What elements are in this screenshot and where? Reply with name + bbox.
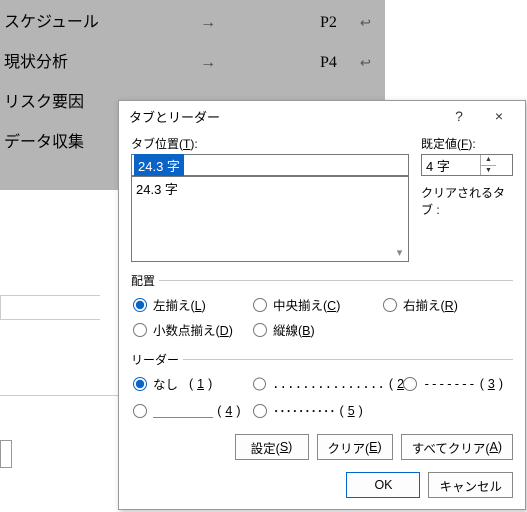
align-bar-radio[interactable]: 縦線(B) [253, 320, 383, 339]
align-decimal-radio[interactable]: 小数点揃え(D) [133, 320, 253, 339]
para-mark: ↩ [360, 15, 371, 31]
leader-none-radio[interactable]: なし (1) [133, 374, 253, 393]
cancel-button[interactable]: キャンセル [428, 472, 513, 498]
doc-text: 現状分析 [0, 48, 200, 72]
default-tab-value[interactable] [422, 155, 480, 175]
spin-up-icon[interactable]: ▲ [481, 155, 496, 166]
align-center-radio[interactable]: 中央揃え(C) [253, 295, 383, 314]
titlebar: タブとリーダー ? × [119, 101, 525, 131]
clear-button[interactable]: クリア(E) [317, 434, 393, 460]
leader-dashes-radio[interactable]: -------(3) [403, 374, 511, 393]
leader-underline-radio[interactable]: ________(4) [133, 401, 253, 420]
alignment-group: 配置 左揃え(L) 中央揃え(C) 右揃え(R) 小数点揃え(D) 縦線(B) [131, 272, 513, 341]
list-item[interactable]: 24.3 字 [136, 179, 404, 198]
dialog-title: タブとリーダー [129, 107, 439, 126]
alignment-legend: 配置 [131, 272, 159, 289]
tab-position-input[interactable]: 24.3 字 [131, 154, 409, 176]
tab-arrow: → [200, 14, 320, 32]
doc-text: スケジュール [0, 8, 200, 32]
para-mark: ↩ [360, 55, 371, 71]
tab-position-label: タブ位置(T): [131, 135, 409, 152]
leader-middot-radio[interactable]: ･･････････(5) [253, 401, 403, 420]
help-button[interactable]: ? [439, 101, 479, 131]
scroll-down-icon[interactable]: ▾ [392, 245, 407, 260]
align-left-radio[interactable]: 左揃え(L) [133, 295, 253, 314]
ribbon-fragment [0, 295, 100, 320]
ok-button[interactable]: OK [346, 472, 420, 498]
leader-dots-radio[interactable]: ...............(2) [253, 374, 403, 393]
tab-position-value: 24.3 字 [134, 154, 184, 177]
ribbon-fragment [0, 395, 118, 420]
leader-group: リーダー なし (1) ...............(2) -------(3… [131, 351, 513, 422]
help-icon: ? [455, 108, 463, 124]
cleared-tabs-label: クリアされるタブ : [421, 184, 513, 218]
close-button[interactable]: × [479, 101, 519, 131]
leader-legend: リーダー [131, 351, 183, 368]
tab-position-list[interactable]: 24.3 字 ▾ [131, 176, 409, 262]
doc-page: P4 [320, 54, 360, 72]
clear-all-button[interactable]: すべてクリア(A) [401, 434, 513, 460]
tabs-dialog: タブとリーダー ? × タブ位置(T): 24.3 字 24.3 字 ▾ 既定値… [118, 100, 526, 510]
align-right-radio[interactable]: 右揃え(R) [383, 295, 511, 314]
spin-down-icon[interactable]: ▼ [481, 166, 496, 176]
ribbon-fragment [0, 440, 12, 468]
set-button[interactable]: 設定(S) [235, 434, 309, 460]
doc-line: 現状分析 → P4 ↩ [0, 48, 385, 88]
doc-page: P2 [320, 14, 360, 32]
close-icon: × [495, 108, 503, 124]
default-tab-spinner[interactable]: ▲ ▼ [421, 154, 513, 176]
doc-line: スケジュール → P2 ↩ [0, 8, 385, 48]
tab-arrow: → [200, 54, 320, 72]
default-label: 既定値(F): [421, 135, 513, 152]
